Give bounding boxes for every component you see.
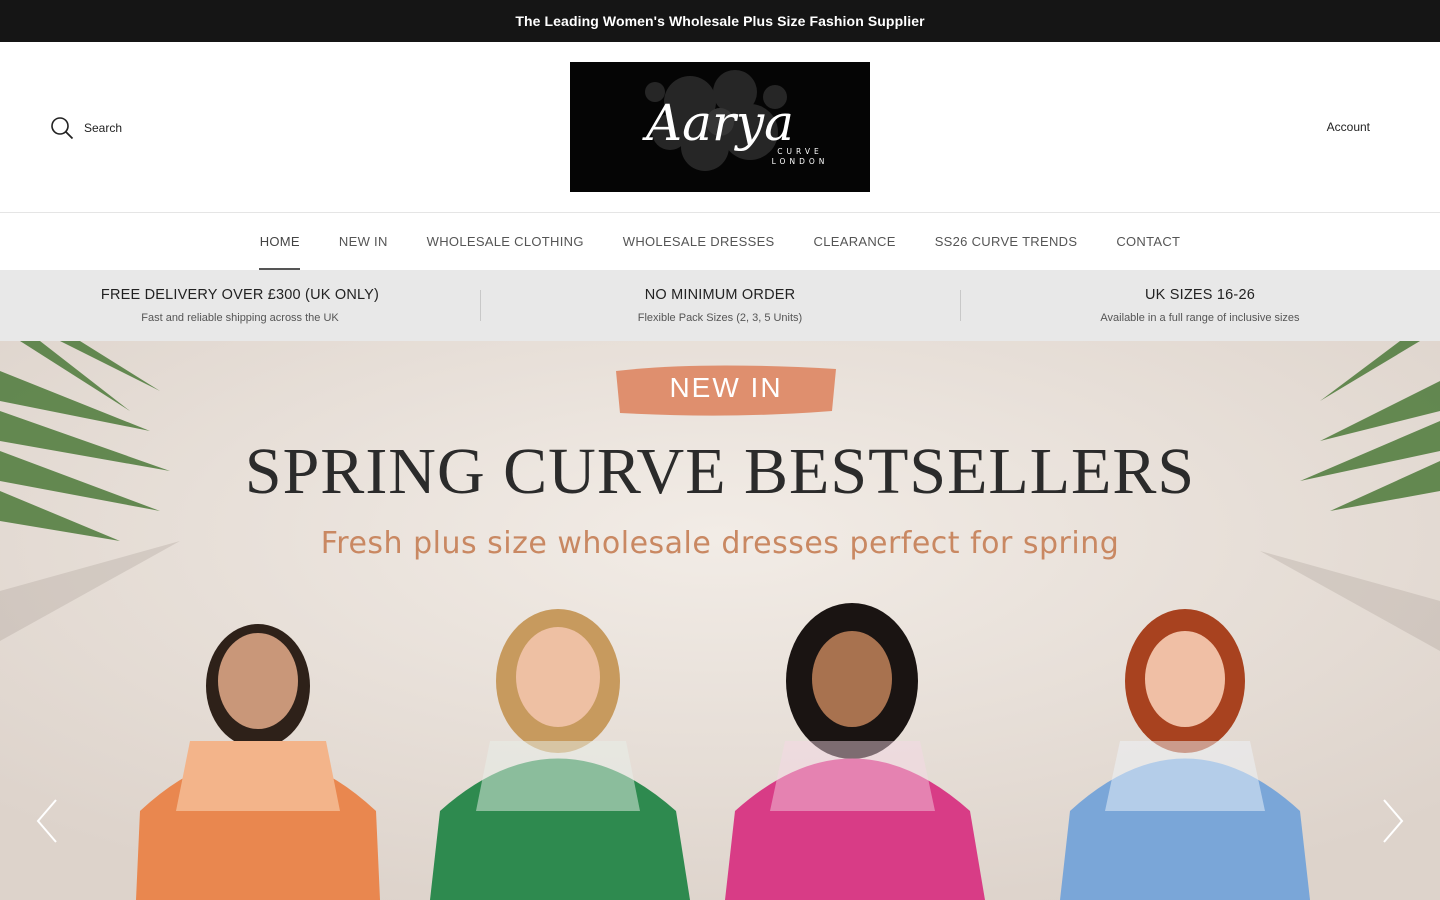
chevron-right-icon xyxy=(1383,799,1404,843)
nav-item-ss26-curve-trends[interactable]: SS26 CURVE TRENDS xyxy=(915,213,1097,270)
slider-next-button[interactable] xyxy=(1380,798,1406,844)
hero-banner[interactable]: NEW IN SPRING CURVE BESTSELLERS Fresh pl… xyxy=(0,341,1440,900)
search-button[interactable]: Search xyxy=(50,116,122,140)
account-link[interactable]: Account xyxy=(1327,120,1370,134)
usp-title: NO MINIMUM ORDER xyxy=(644,287,796,303)
site-logo[interactable]: Aarya CURVE LONDON xyxy=(570,62,870,192)
svg-text:LONDON: LONDON xyxy=(772,157,829,166)
usp-title: UK SIZES 16-26 xyxy=(1145,287,1255,303)
usp-item-minimum-order: NO MINIMUM ORDER Flexible Pack Sizes (2,… xyxy=(480,270,960,341)
site-header: Search Aarya CURVE LONDON Account xyxy=(0,42,1440,213)
usp-bar: FREE DELIVERY OVER £300 (UK ONLY) Fast a… xyxy=(0,270,1440,341)
usp-subtitle: Available in a full range of inclusive s… xyxy=(1100,312,1300,324)
slider-prev-button[interactable] xyxy=(34,798,60,844)
chevron-left-icon xyxy=(36,799,57,843)
usp-item-sizes: UK SIZES 16-26 Available in a full range… xyxy=(960,270,1440,341)
usp-item-delivery: FREE DELIVERY OVER £300 (UK ONLY) Fast a… xyxy=(0,270,480,341)
nav-item-home[interactable]: HOME xyxy=(240,213,319,270)
main-nav: HOME NEW IN WHOLESALE CLOTHING WHOLESALE… xyxy=(0,213,1440,270)
svg-text:Aarya: Aarya xyxy=(642,94,794,152)
nav-item-clearance[interactable]: CLEARANCE xyxy=(794,213,915,270)
hero-title: SPRING CURVE BESTSELLERS xyxy=(244,435,1196,508)
nav-item-wholesale-clothing[interactable]: WHOLESALE CLOTHING xyxy=(407,213,603,270)
nav-item-wholesale-dresses[interactable]: WHOLESALE DRESSES xyxy=(603,213,794,270)
nav-item-new-in[interactable]: NEW IN xyxy=(319,213,407,270)
usp-subtitle: Fast and reliable shipping across the UK xyxy=(141,312,339,324)
usp-title: FREE DELIVERY OVER £300 (UK ONLY) xyxy=(100,287,380,303)
svg-text:CURVE: CURVE xyxy=(777,147,822,156)
search-label: Search xyxy=(84,121,123,135)
announcement-bar: The Leading Women's Wholesale Plus Size … xyxy=(0,0,1440,42)
hero-badge: NEW IN xyxy=(669,372,783,403)
announcement-text: The Leading Women's Wholesale Plus Size … xyxy=(515,13,925,29)
search-icon xyxy=(50,116,74,140)
hero-subtitle: Fresh plus size wholesale dresses perfec… xyxy=(320,526,1120,561)
hero-image xyxy=(0,341,1440,900)
usp-subtitle: Flexible Pack Sizes (2, 3, 5 Units) xyxy=(637,312,803,324)
nav-item-contact[interactable]: CONTACT xyxy=(1097,213,1200,270)
